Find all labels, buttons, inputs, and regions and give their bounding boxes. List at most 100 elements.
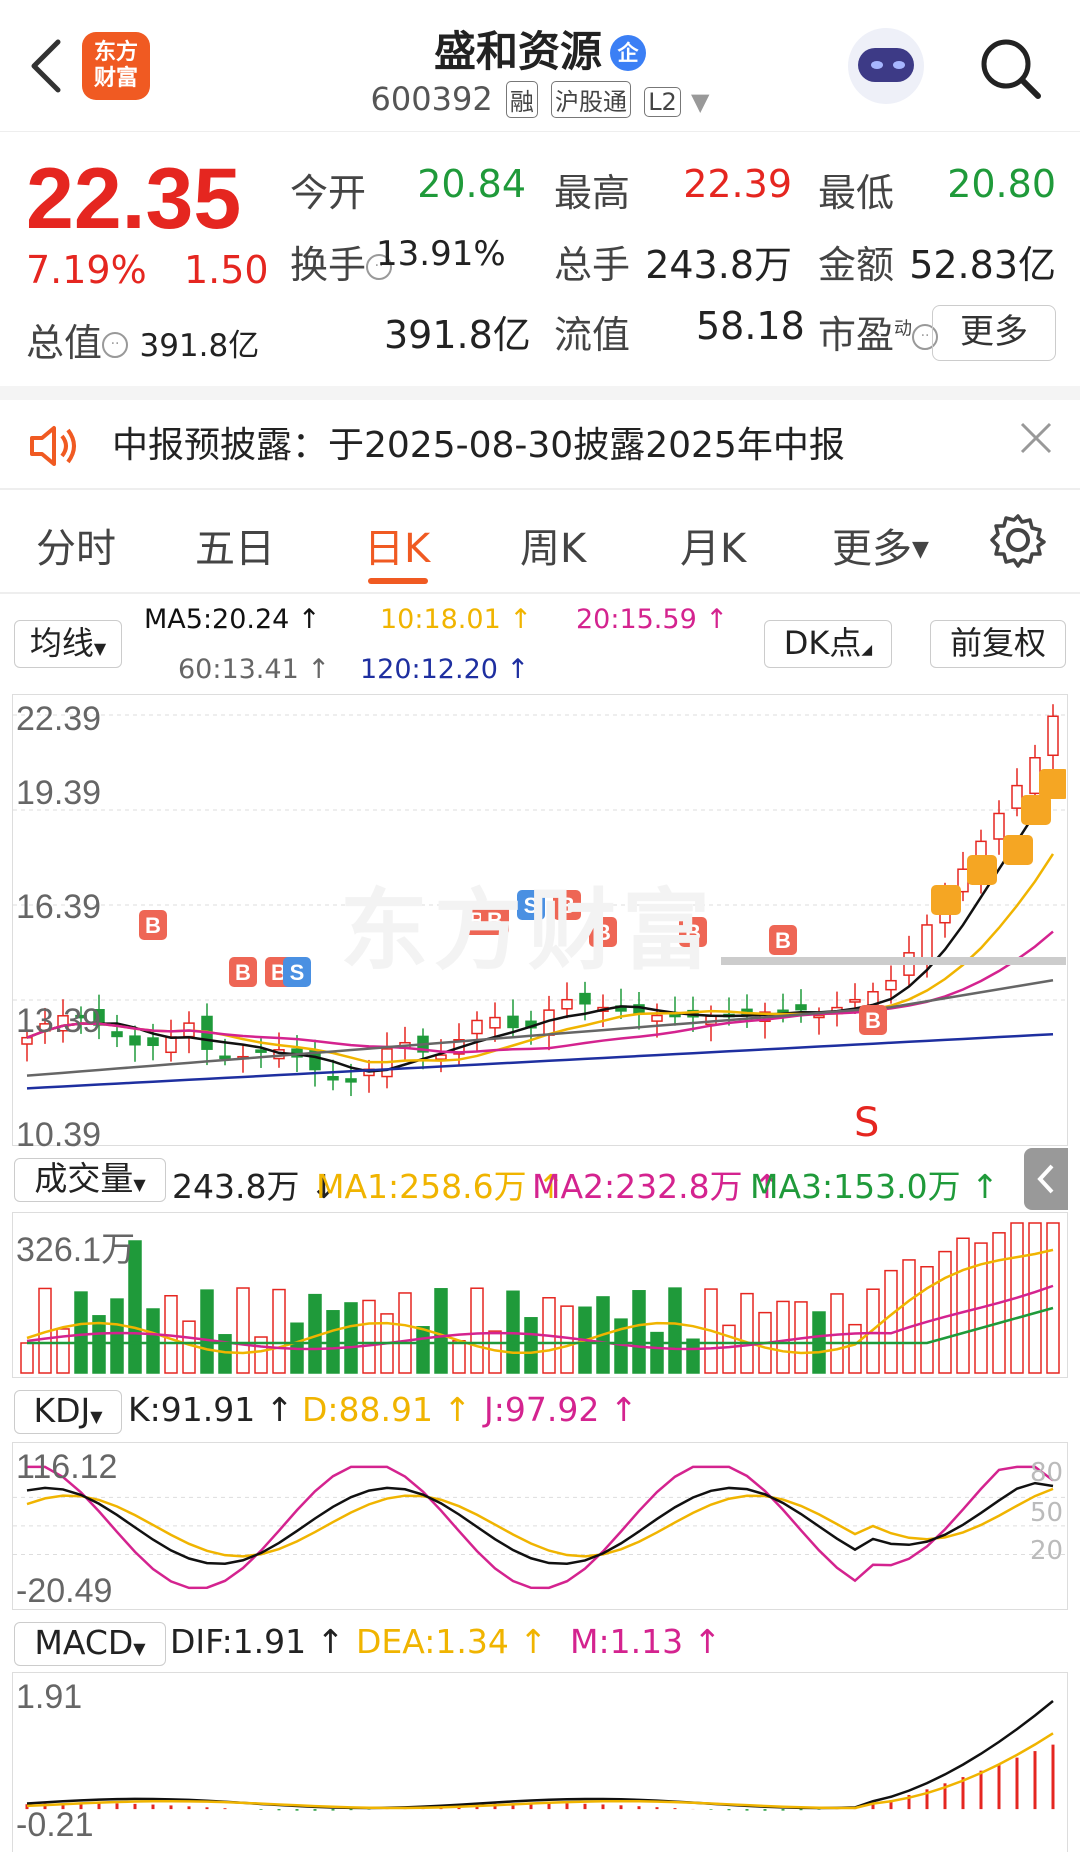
indicator-selector-ma[interactable]: 均线▼ bbox=[14, 620, 122, 668]
macd-dea-line bbox=[26, 1732, 1054, 1810]
kline-y-min: 10.39 bbox=[16, 1116, 102, 1154]
watermark: 东方财富 bbox=[340, 879, 717, 982]
tag-connect: 沪股通 bbox=[551, 81, 632, 118]
volume-bar bbox=[200, 1289, 214, 1374]
macd-dea: DEA:1.34 ↑ bbox=[356, 1622, 547, 1661]
candle-body bbox=[111, 1031, 123, 1038]
volume-bar bbox=[956, 1237, 970, 1374]
caret-down-icon: ▼ bbox=[912, 537, 929, 562]
volume-bar bbox=[884, 1269, 898, 1374]
trend-marker bbox=[1003, 835, 1033, 865]
quote-value-amount: 52.83亿 bbox=[909, 243, 1056, 287]
caret-down-icon: ▼ bbox=[93, 639, 107, 658]
volume-bar bbox=[560, 1305, 574, 1374]
quote-value-turnover: 13.91% bbox=[376, 234, 506, 274]
volume-ma1: MA1:258.6万 ↑ bbox=[316, 1167, 565, 1206]
indicator-selector-macd[interactable]: MACD▼ bbox=[14, 1622, 166, 1666]
ma20-value: 20:15.59 ↑ bbox=[576, 604, 728, 635]
settings-gear-icon[interactable] bbox=[990, 512, 1046, 572]
volume-bar bbox=[452, 1340, 466, 1374]
change-percent: 7.19% bbox=[26, 248, 147, 292]
kdj-k-line bbox=[26, 1481, 1054, 1566]
macd-dif: DIF:1.91 ↑ bbox=[170, 1622, 345, 1661]
trend-marker bbox=[931, 885, 961, 915]
tab-weekly-k[interactable]: 周K bbox=[520, 516, 586, 574]
volume-y-max: 326.1万 bbox=[16, 1231, 136, 1269]
close-icon[interactable] bbox=[1016, 418, 1056, 462]
candle-body bbox=[147, 1037, 159, 1047]
volume-current: 243.8万 ↓ bbox=[172, 1167, 338, 1206]
indicator-selector-volume[interactable]: 成交量▼ bbox=[14, 1158, 166, 1202]
candle-body bbox=[561, 998, 573, 1010]
divider bbox=[0, 488, 1080, 490]
kdj-d-line bbox=[26, 1487, 1054, 1558]
volume-chart[interactable] bbox=[12, 1212, 1068, 1378]
candle-body bbox=[813, 1014, 825, 1019]
indicator-selector-kdj[interactable]: KDJ▼ bbox=[14, 1390, 122, 1434]
macd-selector-label: MACD bbox=[34, 1623, 134, 1662]
total-value-cell: 总值 ·· 391.8亿 bbox=[26, 312, 259, 367]
macd-y-min: -0.21 bbox=[16, 1806, 94, 1844]
total-value: 391.8亿 bbox=[139, 328, 260, 364]
tab-intraday[interactable]: 分时 bbox=[36, 516, 116, 574]
ma120-value: 120:12.20 ↑ bbox=[360, 654, 530, 685]
quote-value-open: 20.84 bbox=[417, 162, 526, 206]
kline-y-label: 16.39 bbox=[16, 888, 102, 926]
volume-bar bbox=[434, 1288, 448, 1374]
volume-bar bbox=[236, 1287, 250, 1374]
candle-body bbox=[507, 1015, 519, 1029]
quote-label-open: 今开 bbox=[290, 171, 367, 215]
search-icon[interactable] bbox=[976, 34, 1044, 102]
ma5-value: MA5:20.24 ↑ bbox=[144, 604, 321, 635]
volume-bar bbox=[668, 1287, 682, 1374]
quote-value-volume: 243.8万 bbox=[645, 243, 792, 287]
tab-five-day[interactable]: 五日 bbox=[195, 516, 275, 574]
enterprise-badge: 企 bbox=[610, 35, 646, 71]
volume-ma3: MA3:153.0万 ↑ bbox=[750, 1167, 999, 1206]
caret-down-icon: ▼ bbox=[90, 1407, 103, 1426]
kdj-y-min: -20.49 bbox=[16, 1572, 113, 1610]
kdj-chart[interactable] bbox=[12, 1442, 1068, 1610]
quote-value-float: 391.8亿 bbox=[384, 313, 531, 357]
speaker-icon bbox=[26, 418, 82, 478]
dropdown-caret-icon: ▼ bbox=[691, 88, 710, 116]
macd-chart[interactable] bbox=[12, 1672, 1068, 1852]
volume-svg bbox=[20, 1222, 1060, 1374]
tab-monthly-k[interactable]: 月K bbox=[680, 516, 746, 574]
stock-code: 600392 bbox=[370, 80, 493, 118]
candle-body bbox=[885, 979, 897, 991]
caret-down-icon: ▼ bbox=[133, 1175, 146, 1194]
total-value-label: 总值 bbox=[26, 321, 103, 365]
last-price: 22.35 bbox=[26, 151, 242, 247]
kdj-level-80: 80 bbox=[1030, 1458, 1064, 1488]
volume-bar bbox=[362, 1299, 376, 1374]
candle-body bbox=[489, 1016, 501, 1029]
kline-y-label: 13.39 bbox=[16, 1002, 102, 1040]
dk-point-button[interactable]: DK点◢ bbox=[764, 620, 892, 668]
adjust-mode-button[interactable]: 前复权 bbox=[930, 620, 1066, 668]
candle-body bbox=[795, 1004, 807, 1011]
signal-marker-text: S bbox=[290, 960, 305, 985]
assistant-robot-icon[interactable] bbox=[848, 28, 924, 104]
volume-bar bbox=[848, 1323, 862, 1374]
signal-marker-text: B bbox=[775, 928, 791, 953]
quote-label-float: 流值 bbox=[554, 313, 631, 357]
quote-label-volume: 总手 bbox=[554, 243, 631, 287]
tab-more[interactable]: 更多▼ bbox=[832, 516, 929, 574]
volume-selector-label: 成交量 bbox=[34, 1159, 134, 1198]
kdj-level-50: 50 bbox=[1030, 1498, 1064, 1528]
candle-body bbox=[255, 1049, 267, 1053]
kdj-j: J:97.92 ↑ bbox=[484, 1390, 638, 1429]
volume-bar bbox=[416, 1326, 430, 1374]
collapse-panel-button[interactable] bbox=[1024, 1148, 1068, 1210]
tab-daily-k[interactable]: 日K bbox=[364, 516, 430, 574]
volume-bar bbox=[1028, 1222, 1042, 1374]
ma10-value: 10:18.01 ↑ bbox=[380, 604, 532, 635]
quote-value-low: 20.80 bbox=[947, 162, 1056, 206]
candle-body bbox=[345, 1078, 357, 1083]
more-quote-button[interactable]: 更多 bbox=[932, 305, 1056, 361]
active-tab-underline bbox=[368, 578, 428, 584]
divider bbox=[0, 386, 1080, 400]
info-icon[interactable]: ·· bbox=[102, 332, 129, 358]
kline-y-label: 19.39 bbox=[16, 774, 102, 812]
